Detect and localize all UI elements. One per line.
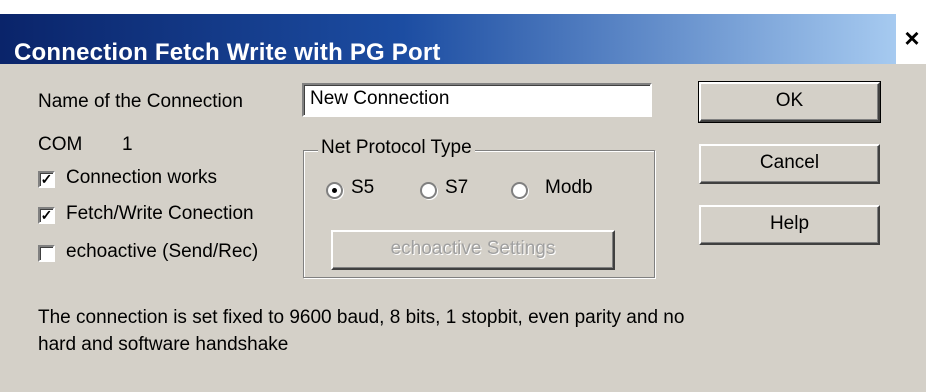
cancel-button[interactable]: Cancel — [699, 144, 880, 184]
s5-label: S5 — [351, 177, 375, 198]
ok-button[interactable]: OK — [698, 81, 881, 123]
fetch-write-checkbox[interactable]: ✓ — [38, 207, 55, 224]
close-button[interactable]: × — [898, 22, 926, 56]
close-icon: × — [904, 23, 920, 53]
dialog-body: Name of the Connection New Connection CO… — [0, 64, 926, 392]
connection-works-label: Connection works — [66, 167, 218, 188]
connection-info-text: The connection is set fixed to 9600 baud… — [38, 307, 685, 355]
net-protocol-group-title: Net Protocol Type — [318, 137, 475, 159]
echoactive-label: echoactive (Send/Rec) — [66, 241, 259, 262]
connection-name-input[interactable]: New Connection — [302, 83, 652, 117]
modb-radio[interactable] — [511, 182, 528, 199]
connection-works-checkbox[interactable]: ✓ — [38, 171, 55, 188]
connection-name-label: Name of the Connection — [38, 91, 243, 112]
s7-label: S7 — [445, 177, 469, 198]
s7-radio[interactable] — [420, 182, 437, 199]
checkmark-icon: ✓ — [40, 207, 53, 223]
window-title: Connection Fetch Write with PG Port — [14, 39, 441, 66]
com-value: 1 — [122, 134, 133, 155]
fetch-write-label: Fetch/Write Conection — [66, 203, 254, 224]
echoactive-settings-button[interactable]: echoactive Settings — [331, 230, 615, 270]
modb-label: Modb — [545, 177, 593, 198]
echoactive-checkbox[interactable] — [38, 245, 55, 262]
checkmark-icon: ✓ — [40, 171, 53, 187]
com-label: COM — [38, 134, 83, 155]
title-band[interactable]: Connection Fetch Write with PG Port — [0, 14, 896, 66]
help-button[interactable]: Help — [699, 205, 880, 245]
s5-radio[interactable] — [326, 182, 343, 199]
